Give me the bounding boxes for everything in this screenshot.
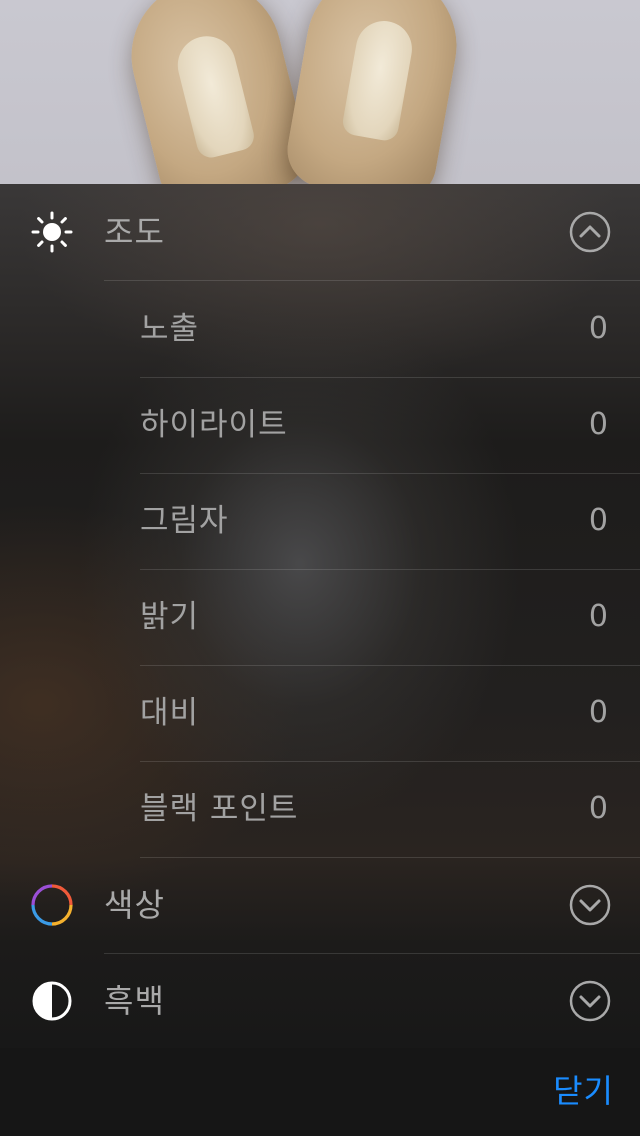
bunny-ear-right	[281, 0, 469, 184]
close-button[interactable]: 닫기	[553, 1048, 614, 1134]
adjustment-value: 0	[588, 503, 608, 538]
adjustment-row-brightness[interactable]: 밝기 0	[0, 569, 640, 666]
section-bw-header[interactable]: 흑백	[0, 953, 640, 1049]
adjustment-label: 블랙 포인트	[140, 791, 299, 827]
adjustment-row-shadows[interactable]: 그림자 0	[0, 473, 640, 570]
section-bw-label: 흑백	[104, 982, 165, 1020]
section-color-header[interactable]: 색상	[0, 857, 640, 954]
half-circle-contrast-icon	[32, 981, 72, 1021]
adjustment-label: 노출	[140, 311, 200, 347]
section-light-label: 조도	[104, 213, 165, 251]
adjustment-value: 0	[588, 791, 608, 826]
adjustment-label: 밝기	[140, 599, 200, 635]
adjustment-row-highlights[interactable]: 하이라이트 0	[0, 377, 640, 474]
bottom-toolbar: 닫기	[0, 1048, 640, 1136]
sun-icon	[31, 211, 73, 253]
chevron-down-circle-icon[interactable]	[569, 980, 611, 1022]
adjustment-label: 그림자	[140, 503, 229, 539]
bunny-ear-left	[115, 0, 315, 184]
adjustment-value: 0	[588, 407, 608, 442]
adjustment-row-exposure[interactable]: 노출 0	[0, 281, 640, 378]
adjustment-label: 하이라이트	[140, 407, 288, 443]
section-light-header[interactable]: 조도	[0, 184, 640, 281]
color-wheel-icon	[31, 884, 73, 926]
adjustments-panel: 조도 노출 0 하이라이트 0 그림자 0 밝기 0 대비 0 블랙 포인트 0…	[0, 184, 640, 1048]
photo-preview	[0, 0, 640, 184]
adjustment-value: 0	[588, 599, 608, 634]
adjustment-label: 대비	[140, 695, 200, 731]
adjustment-value: 0	[588, 311, 608, 346]
section-color-label: 색상	[104, 886, 165, 924]
adjustment-value: 0	[588, 695, 608, 730]
photo-edit-screen: 조도 노출 0 하이라이트 0 그림자 0 밝기 0 대비 0 블랙 포인트 0…	[0, 0, 640, 1136]
chevron-up-circle-icon[interactable]	[569, 211, 611, 253]
adjustment-row-contrast[interactable]: 대비 0	[0, 665, 640, 762]
adjustment-row-black-point[interactable]: 블랙 포인트 0	[0, 761, 640, 858]
chevron-down-circle-icon[interactable]	[569, 884, 611, 926]
